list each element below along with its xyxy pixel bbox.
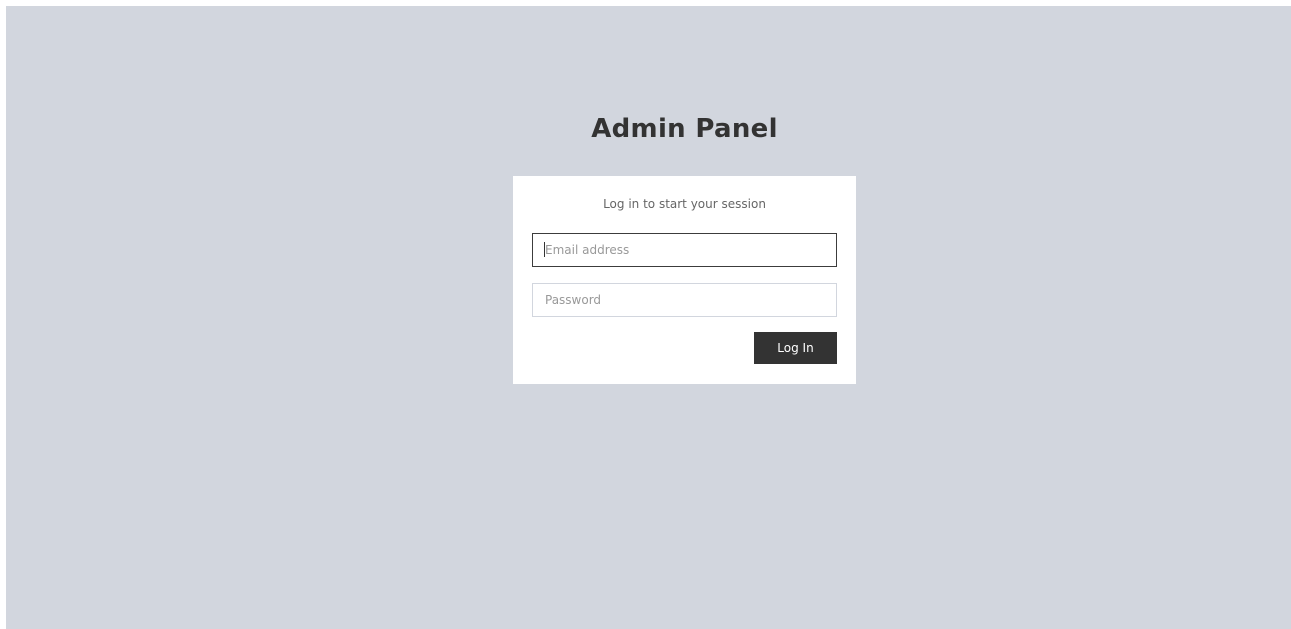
page-title: Admin Panel <box>591 114 778 144</box>
login-button[interactable]: Log In <box>754 332 837 364</box>
text-caret <box>544 242 545 257</box>
login-box: Log in to start your session Log In <box>513 176 856 384</box>
email-input[interactable] <box>532 233 837 267</box>
page-background: Admin Panel Log in to start your session… <box>6 6 1291 629</box>
login-message: Log in to start your session <box>603 197 766 211</box>
password-input[interactable] <box>532 283 837 317</box>
